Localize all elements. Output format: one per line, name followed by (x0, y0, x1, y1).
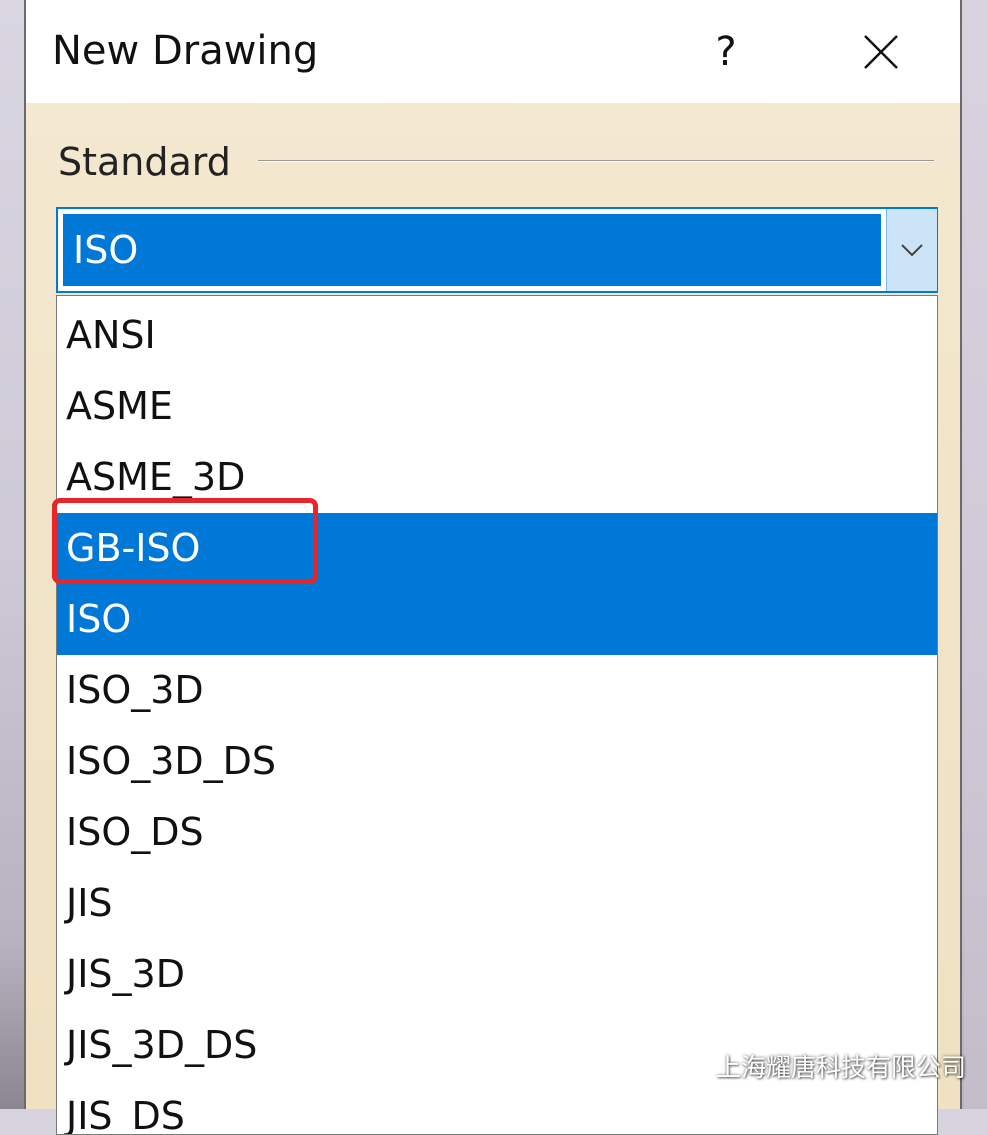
dropdown-option-iso-3d-ds[interactable]: ISO_3D_DS (57, 726, 937, 797)
close-button[interactable] (846, 20, 916, 84)
dialog-title: New Drawing (52, 28, 319, 74)
standard-group-label: Standard (58, 140, 231, 184)
help-button[interactable]: ? (698, 20, 754, 84)
dropdown-option-ansi[interactable]: ANSI (57, 300, 937, 371)
dropdown-option-iso[interactable]: ISO (57, 584, 937, 655)
dropdown-option-jis-ds[interactable]: JIS_DS (57, 1081, 937, 1134)
standard-dropdown-list[interactable]: ANSI ASME ASME_3D GB-ISO ISO ISO_3D ISO_… (56, 295, 938, 1135)
wechat-icon (672, 1050, 711, 1081)
watermark: 上海耀唐科技有限公司 (672, 1048, 966, 1084)
standard-combobox-value[interactable]: ISO (63, 214, 881, 286)
watermark-text: 上海耀唐科技有限公司 (716, 1053, 967, 1082)
dropdown-option-jis-3d[interactable]: JIS_3D (57, 939, 937, 1010)
dropdown-option-jis[interactable]: JIS (57, 868, 937, 939)
dropdown-option-asme[interactable]: ASME (57, 371, 937, 442)
group-divider (258, 160, 934, 162)
new-drawing-dialog: New Drawing ? Standard ISO ANSI ASME ASM… (24, 0, 962, 1135)
dropdown-option-iso-3d[interactable]: ISO_3D (57, 655, 937, 726)
red-highlight-annotation (52, 498, 318, 584)
chevron-down-icon (901, 244, 923, 257)
desktop-background-right (964, 0, 987, 1109)
standard-combobox[interactable]: ISO (56, 207, 938, 293)
title-bar: New Drawing ? (26, 0, 960, 103)
desktop-background-left (0, 0, 24, 1109)
close-icon (864, 35, 898, 69)
dropdown-toggle-button[interactable] (886, 209, 937, 291)
dropdown-option-iso-ds[interactable]: ISO_DS (57, 797, 937, 868)
